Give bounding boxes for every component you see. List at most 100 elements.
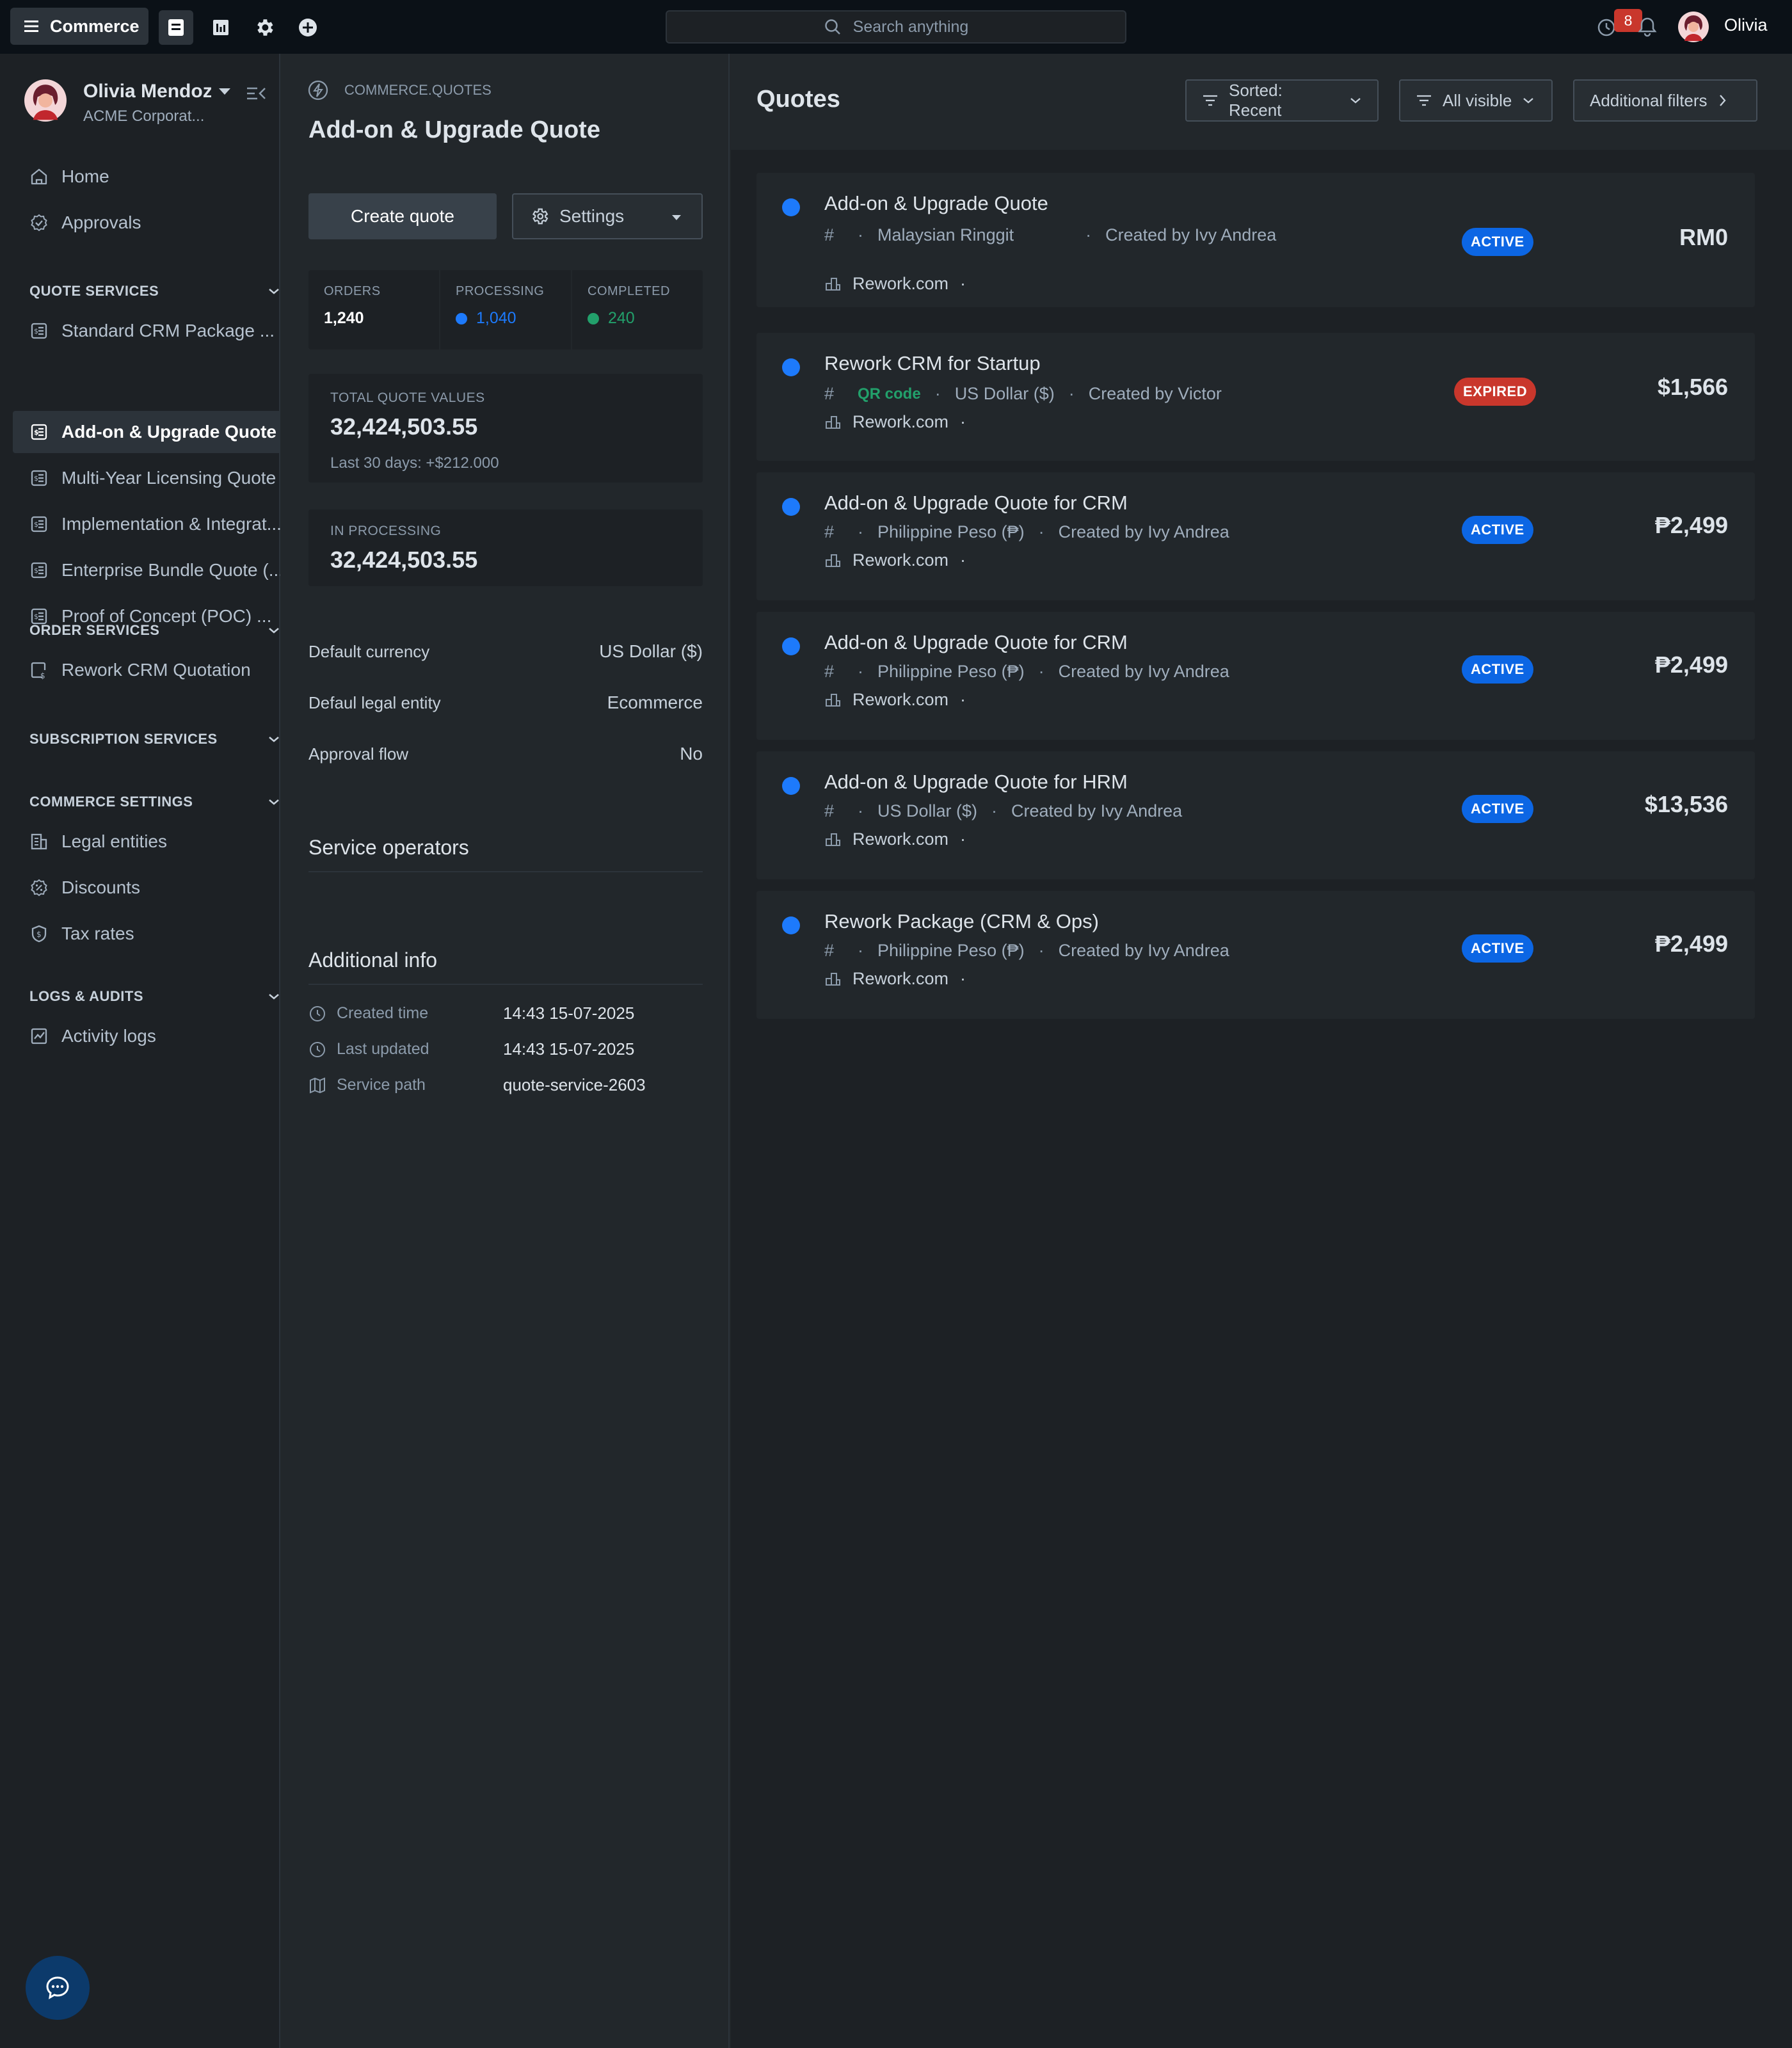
section-commerce-settings[interactable]: COMMERCE SETTINGS <box>29 794 280 810</box>
property-default-currency: Default currency US Dollar ($) <box>308 641 703 662</box>
quote-site: Rework.com · <box>824 690 966 710</box>
stat-label: PROCESSING <box>456 284 545 298</box>
collapse-sidebar-icon[interactable] <box>246 84 268 102</box>
quote-title[interactable]: Add-on & Upgrade Quote for CRM <box>824 631 1128 654</box>
search-input[interactable]: Search anything <box>666 10 1126 44</box>
sidebar-item-rework-crm-quotation[interactable]: $ Rework CRM Quotation <box>13 649 280 691</box>
status-badge: ACTIVE <box>1462 795 1533 823</box>
quote-card[interactable]: Rework Package (CRM & Ops) # · Philippin… <box>756 891 1755 1019</box>
sort-label: Sorted: Recent <box>1229 81 1283 120</box>
quote-site: Rework.com · <box>824 274 966 294</box>
separator: · <box>960 412 966 431</box>
discount-icon <box>29 878 49 897</box>
quote-meta: # QR code · US Dollar ($) · Created by V… <box>824 384 1222 404</box>
quote-card[interactable]: Rework CRM for Startup # QR code · US Do… <box>756 333 1755 461</box>
processing-value: 32,424,503.55 <box>330 547 478 573</box>
reports-icon[interactable] <box>204 10 238 45</box>
chevron-down-icon <box>268 735 280 744</box>
sidebar-item-home[interactable]: Home <box>13 156 280 198</box>
org-icon <box>824 692 841 708</box>
quote-title[interactable]: Rework CRM for Startup <box>824 352 1041 375</box>
search-icon <box>824 18 842 36</box>
info-created-time: Created time 14:43 15-07-2025 <box>308 1004 703 1023</box>
site-name: Rework.com <box>852 969 949 988</box>
search-placeholder: Search anything <box>852 17 969 36</box>
quote-title[interactable]: Rework Package (CRM & Ops) <box>824 910 1099 933</box>
tasks-icon[interactable] <box>159 10 193 45</box>
sidebar-item-implementation-integration[interactable]: $ Implementation & Integrat... <box>13 503 280 545</box>
site-name: Rework.com <box>852 829 949 849</box>
quote-card[interactable]: Add-on & Upgrade Quote for CRM # · Phili… <box>756 472 1755 600</box>
add-circle-icon[interactable] <box>291 10 325 45</box>
quote-title[interactable]: Add-on & Upgrade Quote for CRM <box>824 492 1128 515</box>
additional-filters-button[interactable]: Additional filters <box>1573 79 1757 122</box>
sidebar-item-activity-logs[interactable]: Activity logs <box>13 1015 280 1057</box>
sidebar-item-multi-year-licensing-quote[interactable]: $ Multi-Year Licensing Quote <box>13 457 280 499</box>
user-name[interactable]: Olivia <box>1724 15 1768 35</box>
total-value: 32,424,503.55 <box>330 413 478 440</box>
sidebar-item-label: Tax rates <box>61 924 134 943</box>
page-title: Add-on & Upgrade Quote <box>308 116 600 143</box>
sidebar-item-standard-crm-package[interactable]: $ Standard CRM Package ... <box>13 310 280 352</box>
hash-icon: # <box>824 225 835 244</box>
quote-title[interactable]: Add-on & Upgrade Quote <box>824 192 1048 215</box>
svg-text:$: $ <box>40 671 45 680</box>
quote-currency: US Dollar ($) <box>877 801 978 820</box>
sidebar-item-tax-rates[interactable]: $ Tax rates <box>13 913 280 955</box>
quote-card[interactable]: Add-on & Upgrade Quote for CRM # · Phili… <box>756 612 1755 740</box>
separator: · <box>960 550 966 570</box>
section-subscription-services[interactable]: SUBSCRIPTION SERVICES <box>29 731 280 748</box>
chevron-right-icon <box>1718 93 1727 108</box>
quote-amount: ₱2,499 <box>1654 652 1728 678</box>
chevron-down-icon <box>1522 96 1535 105</box>
section-quote-services[interactable]: QUOTE SERVICES <box>29 283 280 300</box>
section-title: ORDER SERVICES <box>29 622 160 638</box>
profile-name[interactable]: Olivia Mendoza <box>83 81 211 102</box>
separator: · <box>858 662 863 681</box>
section-order-services[interactable]: ORDER SERVICES <box>29 622 280 639</box>
breadcrumb-text[interactable]: COMMERCE.QUOTES <box>344 82 492 99</box>
quotes-panel: Quotes Sorted: Recent All visible Additi… <box>731 54 1792 2048</box>
settings-dropdown-button[interactable]: Settings <box>512 193 703 239</box>
stat-value: 1,040 <box>476 309 516 327</box>
user-avatar[interactable] <box>1678 12 1709 42</box>
app-menu-button[interactable]: Commerce <box>10 8 148 45</box>
quote-title[interactable]: Add-on & Upgrade Quote for HRM <box>824 771 1128 794</box>
quote-card[interactable]: Add-on & Upgrade Quote for HRM # · US Do… <box>756 751 1755 879</box>
filter-lines-icon <box>1416 93 1432 108</box>
sidebar-item-discounts[interactable]: Discounts <box>13 867 280 909</box>
filter-lines-icon <box>1202 93 1219 108</box>
section-logs-audits[interactable]: LOGS & AUDITS <box>29 988 280 1005</box>
separator: · <box>1038 662 1044 681</box>
sidebar-item-enterprise-bundle-quote[interactable]: $ Enterprise Bundle Quote (... <box>13 549 280 591</box>
create-quote-button[interactable]: Create quote <box>308 193 497 239</box>
sidebar-item-legal-entities[interactable]: Legal entities <box>13 820 280 863</box>
sort-dropdown[interactable]: Sorted: Recent <box>1185 79 1379 122</box>
gear-icon[interactable] <box>247 10 282 45</box>
quote-card[interactable]: Add-on & Upgrade Quote # · Malaysian Rin… <box>756 173 1755 307</box>
stat-value-row: 240 <box>588 309 687 328</box>
profile-avatar[interactable] <box>24 79 67 122</box>
qr-code-tag[interactable]: QR code <box>858 385 921 403</box>
sidebar-item-approvals[interactable]: Approvals <box>13 202 280 244</box>
separator: · <box>858 801 863 820</box>
chat-support-button[interactable] <box>26 1956 90 2020</box>
sidebar-item-label: Activity logs <box>61 1026 156 1046</box>
separator: · <box>1085 225 1092 244</box>
bell-icon[interactable] <box>1636 15 1659 38</box>
quote-document-icon: $ <box>29 515 49 534</box>
status-badge: ACTIVE <box>1462 934 1533 963</box>
separator: · <box>960 274 966 293</box>
sidebar-item-add-on-upgrade-quote[interactable]: $ Add-on & Upgrade Quote <box>13 411 280 453</box>
gear-icon <box>530 207 549 226</box>
quote-currency: Philippine Peso (₱) <box>877 522 1025 541</box>
svg-text:$: $ <box>34 474 38 483</box>
caret-down-icon[interactable] <box>218 87 232 96</box>
home-icon <box>29 167 49 186</box>
sidebar-item-label: Rework CRM Quotation <box>61 660 251 680</box>
visibility-dropdown[interactable]: All visible <box>1399 79 1553 122</box>
quote-meta: # · Malaysian Ringgit · Created by Ivy A… <box>824 225 1276 245</box>
quote-site: Rework.com · <box>824 550 966 570</box>
quote-meta: # · Philippine Peso (₱) · Created by Ivy… <box>824 662 1229 682</box>
property-value: Ecommerce <box>607 692 703 712</box>
